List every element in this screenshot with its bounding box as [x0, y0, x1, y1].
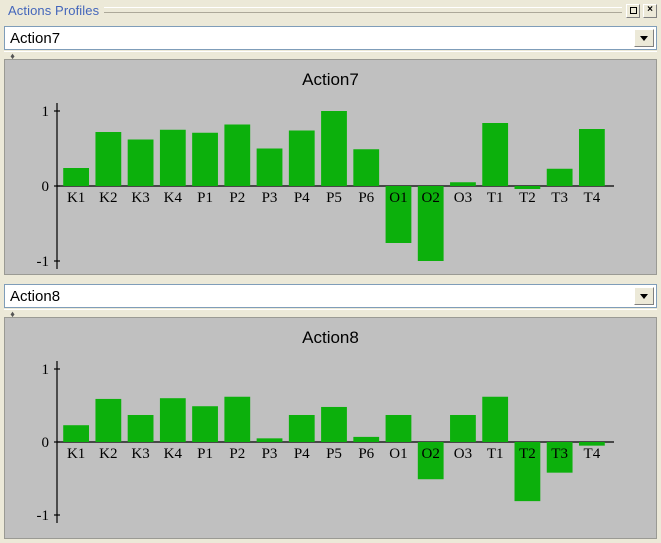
bar — [385, 414, 412, 442]
x-category-label: T3 — [551, 446, 568, 462]
window-title: Actions Profiles — [8, 3, 100, 18]
x-category-label: K1 — [67, 446, 85, 462]
x-category-label: P5 — [326, 190, 342, 206]
bar — [95, 398, 122, 442]
action-profile-select-1[interactable]: Action7 — [4, 26, 657, 50]
x-category-label: P2 — [229, 190, 245, 206]
bar — [63, 168, 90, 186]
y-tick-label: 0 — [42, 179, 50, 195]
x-category-label: P2 — [229, 446, 245, 462]
x-category-label: K1 — [67, 190, 85, 206]
bar — [63, 425, 90, 442]
x-category-label: T3 — [551, 190, 568, 206]
x-category-label: T4 — [584, 190, 601, 206]
x-category-label: T2 — [519, 446, 536, 462]
chevron-down-icon[interactable] — [634, 29, 654, 47]
restore-icon — [629, 7, 637, 14]
x-category-label: O2 — [422, 446, 440, 462]
chart-panel-action8: Action8 1 0 -1 K1 K2 K3 K4 P1 P2 P3 P4 P5 P6 O1 O2 O3 T1… — [4, 317, 657, 539]
bar — [321, 111, 347, 186]
x-category-label: K2 — [99, 190, 117, 206]
restore-button[interactable] — [626, 3, 640, 18]
x-category-label: P5 — [326, 446, 342, 462]
bar — [224, 124, 251, 186]
y-tick-label: -1 — [37, 254, 50, 270]
x-category-label: P1 — [197, 190, 213, 206]
chart-title-1: Action7 — [302, 70, 359, 89]
titlebar-buttons: × — [626, 3, 661, 18]
bar — [514, 186, 541, 189]
x-category-label: T4 — [584, 446, 601, 462]
action-profile-select-2-value: Action8 — [5, 285, 632, 307]
x-category-label: P3 — [262, 446, 278, 462]
y-tick-label: 1 — [42, 104, 50, 120]
action-profile-select-1-value: Action7 — [5, 27, 632, 49]
x-category-label: O3 — [454, 190, 472, 206]
action-profile-select-2[interactable]: Action8 — [4, 284, 657, 308]
x-category-label: O3 — [454, 446, 472, 462]
bar-chart-action8: 1 0 -1 K1 K2 K3 K4 P1 P2 P3 P4 P5 P6 O1 O2 O3 T1 T2 T3 T4 — [37, 361, 614, 524]
y-tick-label: 1 — [42, 362, 50, 378]
x-category-label: K4 — [164, 190, 183, 206]
x-category-label: K3 — [131, 446, 149, 462]
bar — [127, 139, 154, 186]
titlebar-divider — [104, 6, 622, 13]
bar — [224, 396, 251, 442]
x-category-label: P6 — [358, 190, 374, 206]
y-tick-label: 0 — [42, 435, 50, 451]
y-tick-label: -1 — [37, 508, 50, 524]
bar — [159, 129, 186, 186]
close-button[interactable]: × — [643, 3, 657, 18]
bar — [256, 148, 283, 186]
x-category-label: P4 — [294, 190, 310, 206]
bar — [288, 130, 315, 186]
x-category-label: P1 — [197, 446, 213, 462]
bar — [353, 436, 380, 442]
bar — [450, 182, 476, 186]
bar — [159, 398, 186, 442]
x-category-label: K3 — [131, 190, 149, 206]
x-category-label: O1 — [389, 190, 407, 206]
bar — [482, 396, 509, 442]
window-titlebar: Actions Profiles × — [0, 0, 661, 21]
x-category-label: T1 — [487, 190, 504, 206]
bar — [578, 129, 605, 186]
chart-title-2: Action8 — [302, 328, 359, 347]
bar — [288, 414, 315, 442]
close-icon: × — [647, 3, 653, 15]
bar — [321, 406, 347, 442]
bar — [127, 414, 154, 442]
bar — [546, 168, 573, 186]
x-category-label: K2 — [99, 446, 117, 462]
x-category-label: P4 — [294, 446, 310, 462]
bar — [95, 132, 122, 186]
bar — [192, 132, 218, 186]
bar — [482, 123, 509, 186]
bar — [353, 149, 380, 186]
chevron-down-glyph — [640, 35, 648, 41]
actions-profiles-window: Actions Profiles × Action7 ♦ Action7 10-… — [0, 0, 661, 543]
x-category-label: O1 — [389, 446, 407, 462]
x-category-label: T1 — [487, 446, 504, 462]
x-category-label: P6 — [358, 446, 374, 462]
x-category-label: O2 — [422, 190, 440, 206]
bar — [256, 438, 283, 442]
x-category-label: P3 — [262, 190, 278, 206]
bar — [450, 414, 476, 442]
x-category-label: K4 — [164, 446, 183, 462]
chevron-down-icon-2[interactable] — [634, 287, 654, 305]
x-category-label: T2 — [519, 190, 536, 206]
bar — [192, 406, 218, 442]
chevron-down-glyph-2 — [640, 293, 648, 299]
chart-panel-action7: Action7 1 0 -1 K1 K2 K3 K4 P1 P2 P3 P4 P5 P6 O1 O2 O3 T1… — [4, 59, 657, 275]
bar-chart-action7: 1 0 -1 K1 K2 K3 K4 P1 P2 P3 P4 P5 P6 O1 O2 O3 T1 T2 T3 T4 — [37, 103, 614, 270]
